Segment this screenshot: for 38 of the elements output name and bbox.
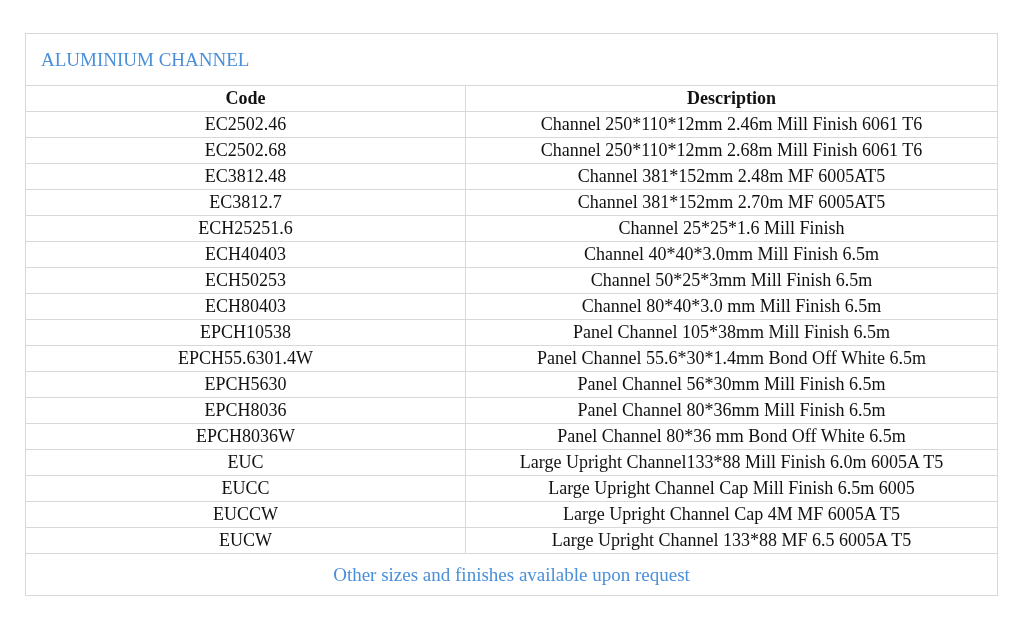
table-cell: Channel 381*152mm 2.70m MF 6005AT5 [465, 189, 998, 216]
table-cell: ECH25251.6 [25, 215, 466, 242]
table-cell: Large Upright Channel Cap Mill Finish 6.5m 6005 [465, 475, 998, 502]
table-cell: Channel 250*110*12mm 2.68m Mill Finish 6061 T6 [465, 137, 998, 164]
table-cell: EPCH10538 [25, 319, 466, 346]
table-cell: Channel 80*40*3.0 mm Mill Finish 6.5m [465, 293, 998, 320]
table-cell: EC2502.68 [25, 137, 466, 164]
table-cell: EC3812.7 [25, 189, 466, 216]
table-cell: EPCH5630 [25, 371, 466, 398]
table-cell: EC2502.46 [25, 111, 466, 138]
table-cell: ECH40403 [25, 241, 466, 268]
table-cell: Panel Channel 80*36mm Mill Finish 6.5m [465, 397, 998, 424]
table-cell: EUC [25, 449, 466, 476]
table-cell: Large Upright Channel Cap 4M MF 6005A T5 [465, 501, 998, 528]
table-cell: Large Upright Channel133*88 Mill Finish 6.0m 6005A T5 [465, 449, 998, 476]
table-cell: ECH80403 [25, 293, 466, 320]
footer-note: Other sizes and finishes available upon request [25, 553, 998, 596]
table-cell: ECH50253 [25, 267, 466, 294]
table-cell: Panel Channel 105*38mm Mill Finish 6.5m [465, 319, 998, 346]
table-title: ALUMINIUM CHANNEL [25, 33, 998, 86]
table-cell: Channel 250*110*12mm 2.46m Mill Finish 6061 T6 [465, 111, 998, 138]
table-cell: EPCH55.6301.4W [25, 345, 466, 372]
table-cell: EUCCW [25, 501, 466, 528]
column-header: Code [25, 85, 466, 112]
column-header: Description [465, 85, 998, 112]
table-cell: Channel 40*40*3.0mm Mill Finish 6.5m [465, 241, 998, 268]
table-cell: EUCW [25, 527, 466, 554]
table-cell: Channel 381*152mm 2.48m MF 6005AT5 [465, 163, 998, 190]
table-cell: Channel 50*25*3mm Mill Finish 6.5m [465, 267, 998, 294]
table-cell: Panel Channel 80*36 mm Bond Off White 6.5m [465, 423, 998, 450]
table-cell: Channel 25*25*1.6 Mill Finish [465, 215, 998, 242]
table-cell: EC3812.48 [25, 163, 466, 190]
table-cell: Large Upright Channel 133*88 MF 6.5 6005A T5 [465, 527, 998, 554]
table-cell: EUCC [25, 475, 466, 502]
table-cell: Panel Channel 56*30mm Mill Finish 6.5m [465, 371, 998, 398]
table-cell: Panel Channel 55.6*30*1.4mm Bond Off White 6.5m [465, 345, 998, 372]
table-cell: EPCH8036 [25, 397, 466, 424]
table-cell: EPCH8036W [25, 423, 466, 450]
